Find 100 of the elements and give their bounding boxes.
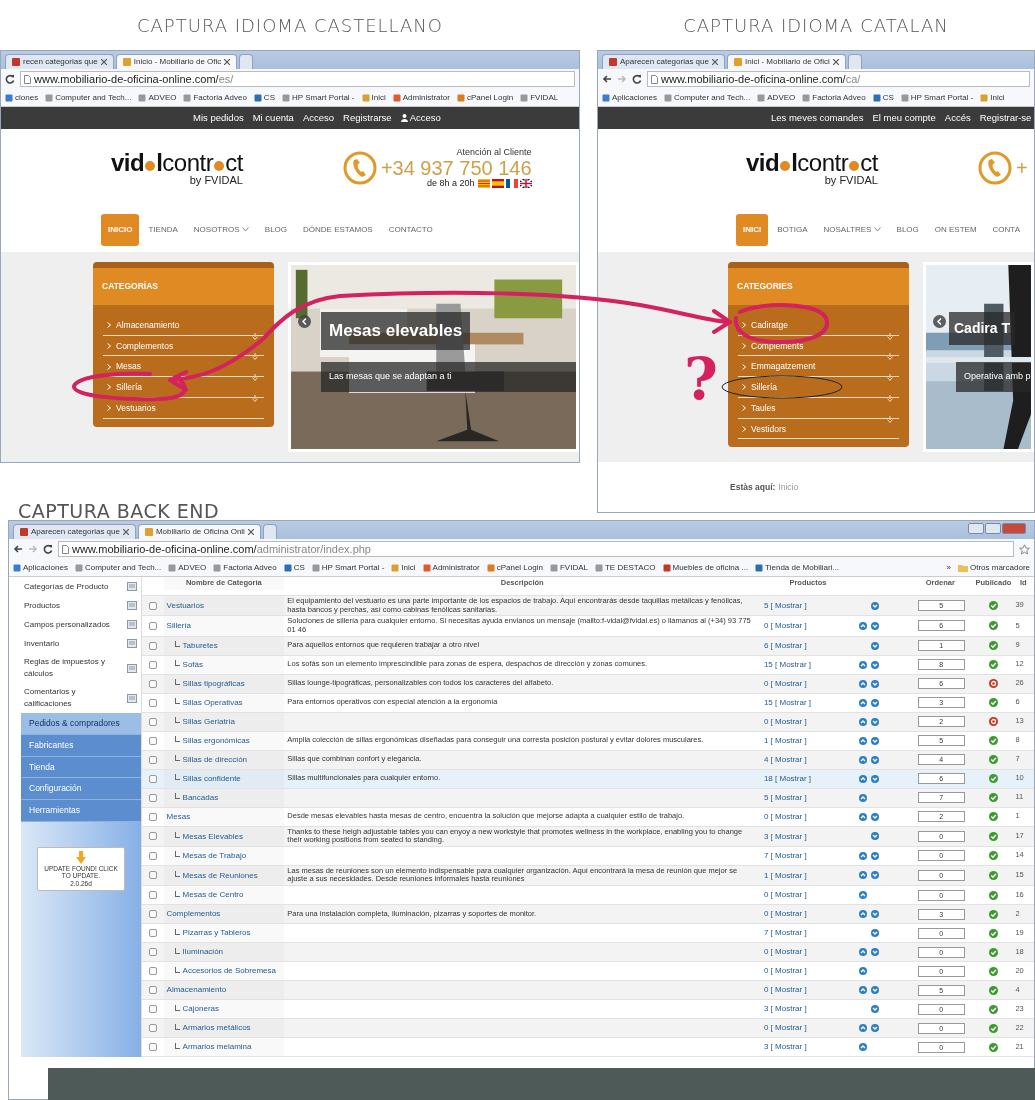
move-down-icon[interactable] <box>871 774 880 783</box>
close-icon[interactable] <box>832 59 839 65</box>
bookmark[interactable]: Inici <box>361 91 386 104</box>
row-checkbox[interactable] <box>148 967 157 975</box>
show-link[interactable]: [ Mostrar ] <box>770 640 807 651</box>
browser-tab[interactable]: Aparecen categorias que <box>602 54 725 69</box>
bookmark[interactable]: Factoria Adveo <box>213 561 277 574</box>
expand-arrow-icon[interactable] <box>887 394 893 402</box>
row-checkbox[interactable] <box>148 929 157 937</box>
minimize-button[interactable] <box>968 523 984 534</box>
move-up-icon[interactable] <box>859 755 868 764</box>
check-circle-icon[interactable] <box>989 985 999 995</box>
top-link[interactable]: Mis pedidos <box>193 110 244 126</box>
check-circle-icon[interactable] <box>989 870 999 880</box>
check-circle-icon[interactable] <box>989 831 999 841</box>
reload-icon[interactable] <box>43 544 53 554</box>
row-checkbox[interactable] <box>148 641 157 650</box>
show-link[interactable]: [ Mostrar ] <box>770 966 807 976</box>
menu-item[interactable]: DÓNDE ESTAMOS <box>296 213 380 246</box>
move-up-icon[interactable] <box>859 1024 868 1032</box>
move-up-icon[interactable] <box>859 679 868 688</box>
expand-arrow-icon[interactable] <box>887 353 893 361</box>
move-down-icon[interactable] <box>871 1005 880 1013</box>
move-down-icon[interactable] <box>871 1024 880 1032</box>
browser-tab[interactable]: recen categorias que <box>5 54 114 69</box>
show-link[interactable]: [ Mostrar ] <box>770 928 807 938</box>
top-link[interactable]: Acceso <box>302 110 335 126</box>
expand-arrow-icon[interactable] <box>252 374 258 381</box>
show-link[interactable]: [ Mostrar ] <box>770 985 807 995</box>
move-down-icon[interactable] <box>871 601 880 610</box>
category-link[interactable]: Cadiratge <box>738 314 899 336</box>
close-icon[interactable] <box>100 59 107 65</box>
menu-item[interactable]: NOSOTROS <box>186 213 256 246</box>
move-up-icon[interactable] <box>859 793 868 802</box>
bookmark[interactable]: cPanel Login <box>486 561 543 574</box>
move-up-icon[interactable] <box>859 621 868 630</box>
menu-item[interactable]: CONTA <box>985 213 1027 246</box>
show-link[interactable]: [ Mostrar ] <box>770 1042 807 1052</box>
bookmark[interactable]: Aplicaciones <box>13 561 68 574</box>
row-checkbox[interactable] <box>148 1024 157 1032</box>
top-link[interactable]: Accés <box>944 110 971 126</box>
check-circle-icon[interactable] <box>989 793 999 802</box>
row-checkbox[interactable] <box>148 910 157 918</box>
cross-circle-icon[interactable] <box>989 679 999 688</box>
move-down-icon[interactable] <box>871 910 880 918</box>
row-checkbox[interactable] <box>148 601 157 610</box>
check-circle-icon[interactable] <box>989 928 999 938</box>
category-link[interactable]: Sillería <box>103 377 264 398</box>
check-circle-icon[interactable] <box>989 621 999 631</box>
bookmark[interactable]: CS <box>872 91 894 104</box>
top-link[interactable]: El meu compte <box>872 110 936 126</box>
close-icon[interactable] <box>122 529 129 535</box>
show-link[interactable]: [ Mostrar ] <box>775 659 812 670</box>
check-circle-icon[interactable] <box>989 947 999 957</box>
category-link[interactable]: Taules <box>738 397 899 419</box>
category-link[interactable]: Cajoneras <box>182 1004 220 1014</box>
bookmark[interactable]: HP Smart Portal - <box>311 561 385 574</box>
check-circle-icon[interactable] <box>989 1042 999 1052</box>
check-circle-icon[interactable] <box>989 641 999 650</box>
cross-circle-icon[interactable] <box>989 717 999 726</box>
show-link[interactable]: [ Mostrar ] <box>770 947 807 957</box>
category-link[interactable]: Almacenamiento <box>103 314 264 336</box>
expand-arrow-icon[interactable] <box>887 415 893 423</box>
bookmark[interactable]: Administrator <box>422 561 480 574</box>
expand-arrow-icon[interactable] <box>252 353 258 361</box>
previous-slide-icon[interactable] <box>298 315 311 328</box>
row-checkbox[interactable] <box>148 986 157 994</box>
bookmark[interactable]: HP Smart Portal - <box>282 91 355 104</box>
bookmark[interactable]: Factoria Adveo <box>802 91 866 104</box>
category-link[interactable]: Complements <box>738 335 899 357</box>
bookmark[interactable]: Administrator <box>392 91 450 104</box>
address-field[interactable]: www.mobiliario-de-oficina-online.com/ca/ <box>647 71 1030 87</box>
bookmark[interactable]: Tienda de Mobiliari... <box>755 561 840 574</box>
move-down-icon[interactable] <box>871 660 880 669</box>
check-circle-icon[interactable] <box>989 736 999 745</box>
move-up-icon[interactable] <box>859 660 868 669</box>
move-down-icon[interactable] <box>871 929 880 937</box>
row-checkbox[interactable] <box>148 679 157 688</box>
bookmark[interactable]: ADVEO <box>138 91 177 104</box>
row-checkbox[interactable] <box>148 621 157 630</box>
check-circle-icon[interactable] <box>989 909 999 919</box>
table-row[interactable] <box>142 596 1034 617</box>
show-link[interactable]: [ Mostrar ] <box>770 851 807 861</box>
close-icon[interactable] <box>224 59 231 65</box>
move-down-icon[interactable] <box>871 871 880 880</box>
move-up-icon[interactable] <box>859 967 868 975</box>
row-checkbox[interactable] <box>148 851 157 860</box>
other-bookmarks[interactable]: Otros marcadore <box>957 561 1030 574</box>
show-link[interactable]: [ Mostrar ] <box>770 811 807 822</box>
bookmark[interactable]: ADVEO <box>168 561 207 574</box>
show-link[interactable]: [ Mostrar ] <box>775 773 812 784</box>
browser-tab[interactable]: Inici - Mobiliario de Ofici <box>726 54 846 69</box>
check-circle-icon[interactable] <box>989 890 999 900</box>
move-down-icon[interactable] <box>871 755 880 764</box>
check-circle-icon[interactable] <box>989 1023 999 1033</box>
expand-arrow-icon[interactable] <box>252 332 258 340</box>
row-checkbox[interactable] <box>148 793 157 802</box>
category-link[interactable]: Emmagatzement <box>738 356 899 377</box>
move-up-icon[interactable] <box>859 717 868 726</box>
bookmark[interactable]: cPanel Login <box>456 91 514 104</box>
